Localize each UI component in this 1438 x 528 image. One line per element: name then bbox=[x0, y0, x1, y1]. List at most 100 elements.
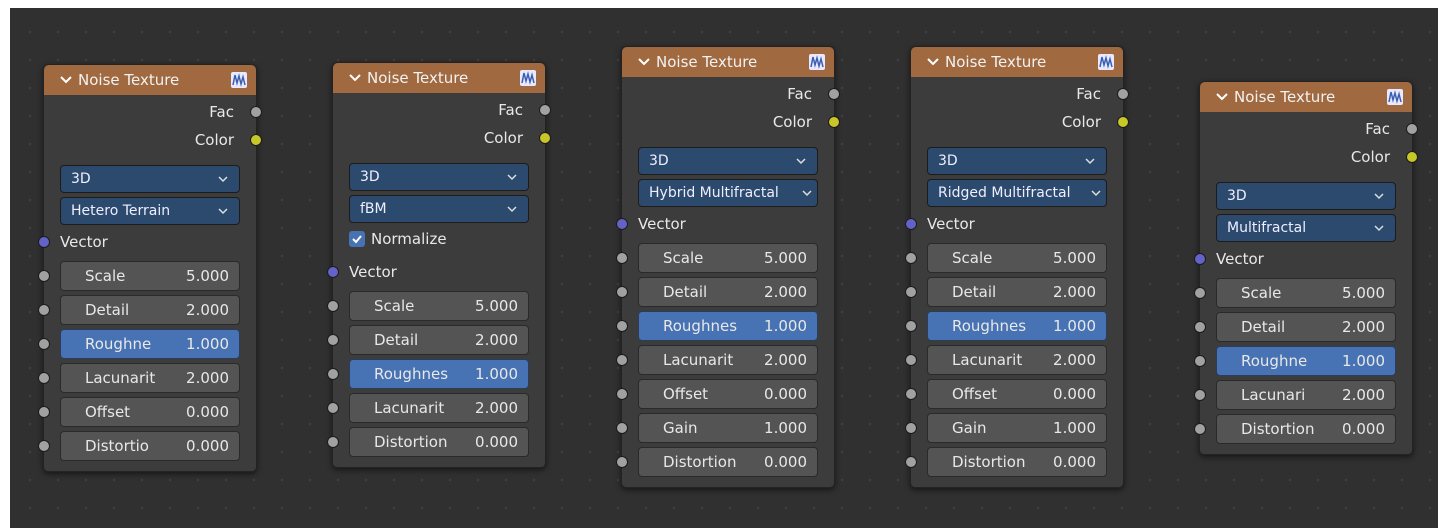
output-socket-fac[interactable] bbox=[828, 88, 840, 100]
input-socket-distortion[interactable] bbox=[616, 456, 628, 468]
input-socket-roughness[interactable] bbox=[616, 320, 628, 332]
node-header[interactable]: Noise Texture bbox=[44, 65, 256, 95]
input-socket-lacunarity[interactable] bbox=[905, 354, 917, 366]
input-socket-lacunarity[interactable] bbox=[327, 402, 339, 414]
noise-type-dropdown[interactable]: Hybrid Multifractal bbox=[638, 179, 818, 207]
input-socket-vector[interactable] bbox=[616, 218, 628, 230]
output-socket-color[interactable] bbox=[539, 132, 551, 144]
chevron-down-icon[interactable] bbox=[347, 70, 363, 86]
offset-field[interactable]: Offset 0.000 bbox=[927, 379, 1107, 409]
output-socket-fac[interactable] bbox=[539, 104, 551, 116]
input-socket-offset[interactable] bbox=[905, 388, 917, 400]
texture-preview-icon[interactable] bbox=[808, 53, 826, 71]
lacunarity-field[interactable]: Lacunarit 2.000 bbox=[927, 345, 1107, 375]
input-socket-gain[interactable] bbox=[616, 422, 628, 434]
normalize-checkbox[interactable] bbox=[349, 231, 365, 247]
input-socket-scale[interactable] bbox=[1194, 287, 1206, 299]
chevron-down-icon[interactable] bbox=[1214, 89, 1230, 105]
input-socket-vector[interactable] bbox=[38, 236, 50, 248]
detail-field[interactable]: Detail 2.000 bbox=[60, 295, 240, 325]
noise-texture-node-hybrid-multifractal[interactable]: Noise Texture Fac Color 3D Hybrid Multif… bbox=[616, 46, 840, 488]
input-socket-detail[interactable] bbox=[1194, 321, 1206, 333]
normalize-row[interactable]: Normalize bbox=[333, 223, 545, 255]
output-socket-color[interactable] bbox=[828, 116, 840, 128]
detail-field[interactable]: Detail 2.000 bbox=[1216, 312, 1396, 342]
input-socket-distortion[interactable] bbox=[1194, 423, 1206, 435]
scale-field[interactable]: Scale 5.000 bbox=[1216, 278, 1396, 308]
roughness-field[interactable]: Roughnes 1.000 bbox=[927, 311, 1107, 341]
output-socket-fac[interactable] bbox=[250, 106, 262, 118]
dimension-dropdown[interactable]: 3D bbox=[638, 147, 818, 175]
roughness-field[interactable]: Roughne 1.000 bbox=[1216, 346, 1396, 376]
noise-texture-node-multifractal[interactable]: Noise Texture Fac Color 3D Multifractal … bbox=[1194, 81, 1418, 455]
noise-texture-node-fbm[interactable]: Noise Texture Fac Color 3D fBM Normalize… bbox=[327, 62, 551, 468]
texture-preview-icon[interactable] bbox=[1386, 88, 1404, 106]
distortion-field[interactable]: Distortion 0.000 bbox=[1216, 414, 1396, 444]
dimension-dropdown[interactable]: 3D bbox=[927, 147, 1107, 175]
gain-field[interactable]: Gain 1.000 bbox=[638, 413, 818, 443]
offset-field[interactable]: Offset 0.000 bbox=[60, 397, 240, 427]
node-editor-canvas[interactable]: Noise Texture Fac Color 3D Hetero Terrai… bbox=[10, 8, 1438, 528]
node-header[interactable]: Noise Texture bbox=[622, 47, 834, 77]
input-socket-detail[interactable] bbox=[38, 304, 50, 316]
input-socket-offset[interactable] bbox=[38, 406, 50, 418]
lacunarity-field[interactable]: Lacunarit 2.000 bbox=[60, 363, 240, 393]
input-socket-lacunarity[interactable] bbox=[38, 372, 50, 384]
roughness-field[interactable]: Roughnes 1.000 bbox=[349, 359, 529, 389]
offset-field[interactable]: Offset 0.000 bbox=[638, 379, 818, 409]
noise-type-dropdown[interactable]: Ridged Multifractal bbox=[927, 179, 1107, 207]
gain-field[interactable]: Gain 1.000 bbox=[927, 413, 1107, 443]
input-socket-lacunarity[interactable] bbox=[1194, 389, 1206, 401]
noise-texture-node-ridged-multifractal[interactable]: Noise Texture Fac Color 3D Ridged Multif… bbox=[905, 46, 1129, 488]
texture-preview-icon[interactable] bbox=[1097, 53, 1115, 71]
input-socket-scale[interactable] bbox=[327, 300, 339, 312]
input-socket-roughness[interactable] bbox=[905, 320, 917, 332]
node-header[interactable]: Noise Texture bbox=[1200, 82, 1412, 112]
lacunarity-field[interactable]: Lacunarit 2.000 bbox=[638, 345, 818, 375]
input-socket-scale[interactable] bbox=[616, 252, 628, 264]
dimension-dropdown[interactable]: 3D bbox=[60, 165, 240, 193]
node-header[interactable]: Noise Texture bbox=[911, 47, 1123, 77]
output-socket-color[interactable] bbox=[1117, 116, 1129, 128]
detail-field[interactable]: Detail 2.000 bbox=[638, 277, 818, 307]
input-socket-distortion[interactable] bbox=[327, 436, 339, 448]
input-socket-offset[interactable] bbox=[616, 388, 628, 400]
input-socket-distortion[interactable] bbox=[905, 456, 917, 468]
scale-field[interactable]: Scale 5.000 bbox=[349, 291, 529, 321]
input-socket-detail[interactable] bbox=[905, 286, 917, 298]
roughness-field[interactable]: Roughnes 1.000 bbox=[638, 311, 818, 341]
output-socket-color[interactable] bbox=[250, 134, 262, 146]
output-socket-fac[interactable] bbox=[1406, 123, 1418, 135]
input-socket-scale[interactable] bbox=[38, 270, 50, 282]
input-socket-roughness[interactable] bbox=[1194, 355, 1206, 367]
input-socket-roughness[interactable] bbox=[327, 368, 339, 380]
input-socket-lacunarity[interactable] bbox=[616, 354, 628, 366]
input-socket-detail[interactable] bbox=[327, 334, 339, 346]
input-socket-distortion[interactable] bbox=[38, 440, 50, 452]
node-header[interactable]: Noise Texture bbox=[333, 63, 545, 93]
chevron-down-icon[interactable] bbox=[58, 72, 74, 88]
lacunarity-field[interactable]: Lacunari 2.000 bbox=[1216, 380, 1396, 410]
chevron-down-icon[interactable] bbox=[925, 54, 941, 70]
noise-type-dropdown[interactable]: fBM bbox=[349, 195, 529, 223]
texture-preview-icon[interactable] bbox=[230, 71, 248, 89]
dimension-dropdown[interactable]: 3D bbox=[1216, 182, 1396, 210]
input-socket-vector[interactable] bbox=[327, 266, 339, 278]
roughness-field[interactable]: Roughne 1.000 bbox=[60, 329, 240, 359]
input-socket-scale[interactable] bbox=[905, 252, 917, 264]
detail-field[interactable]: Detail 2.000 bbox=[349, 325, 529, 355]
input-socket-vector[interactable] bbox=[905, 218, 917, 230]
distortion-field[interactable]: Distortion 0.000 bbox=[349, 427, 529, 457]
noise-type-dropdown[interactable]: Multifractal bbox=[1216, 214, 1396, 242]
input-socket-detail[interactable] bbox=[616, 286, 628, 298]
chevron-down-icon[interactable] bbox=[636, 54, 652, 70]
input-socket-vector[interactable] bbox=[1194, 253, 1206, 265]
output-socket-color[interactable] bbox=[1406, 151, 1418, 163]
scale-field[interactable]: Scale 5.000 bbox=[927, 243, 1107, 273]
input-socket-roughness[interactable] bbox=[38, 338, 50, 350]
lacunarity-field[interactable]: Lacunarit 2.000 bbox=[349, 393, 529, 423]
texture-preview-icon[interactable] bbox=[519, 69, 537, 87]
noise-texture-node-hetero-terrain[interactable]: Noise Texture Fac Color 3D Hetero Terrai… bbox=[38, 64, 262, 472]
input-socket-gain[interactable] bbox=[905, 422, 917, 434]
distortion-field[interactable]: Distortio 0.000 bbox=[60, 431, 240, 461]
